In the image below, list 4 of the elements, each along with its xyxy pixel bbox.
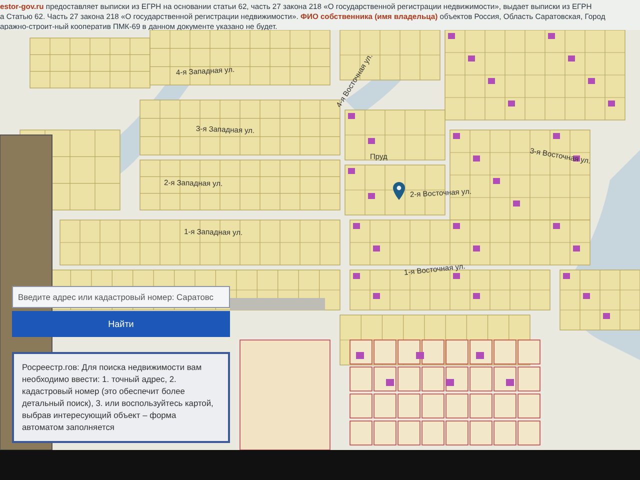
map-pin-icon[interactable]	[393, 182, 405, 200]
address-search-field[interactable]: Введите адрес или кадастровый номер: Саратовс	[12, 286, 230, 308]
find-button[interactable]: Найти	[12, 311, 230, 337]
info-text: Росреестр.гов: Для поиска недвижимости вам необходимо ввести: 1. точный адрес, 2. кадастровый номер (это обеспечит более детальный поиск), 3. или воспользуйтесь картой, выбрав интересующий объект – форма автоматом заполняется	[22, 361, 214, 433]
